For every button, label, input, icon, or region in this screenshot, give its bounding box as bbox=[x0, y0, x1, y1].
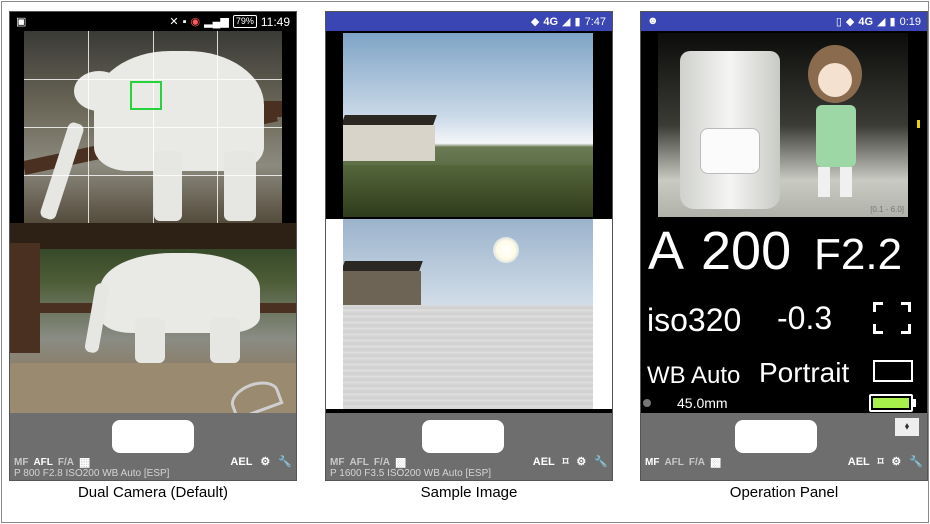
bluetooth-off-icon: ✕ bbox=[169, 16, 179, 28]
mf-toggle[interactable]: MF bbox=[330, 457, 344, 468]
status-time: 11:49 bbox=[260, 14, 290, 29]
status-bar: ☻ ▯ ◆ 4G ◢ ▮ 0:19 bbox=[641, 12, 927, 31]
live-view-upper[interactable] bbox=[24, 31, 282, 223]
phone-dual-camera: ▣ ✕ ▪ ◉ ▂▄▆ 79% 11:49 MF AFL F/A ▦ AEL ⚙… bbox=[9, 11, 297, 481]
ael-toggle[interactable]: AEL bbox=[230, 456, 252, 468]
aspect-ratio-icon[interactable] bbox=[873, 360, 913, 382]
wb-readout[interactable]: WB Auto bbox=[647, 362, 740, 390]
mf-toggle[interactable]: MF bbox=[14, 457, 28, 468]
signal-icon: ◢ bbox=[562, 16, 571, 28]
battery-icon: 79% bbox=[232, 15, 257, 28]
network-label: 4G bbox=[858, 15, 874, 28]
control-bar: MF AFL F/A ▩ AEL ⌑ ⚙ 🔧 P 1600 F3.5 ISO20… bbox=[326, 413, 612, 480]
grid-icon[interactable]: ▦ bbox=[79, 455, 90, 469]
battery-nub bbox=[913, 399, 916, 407]
side-marker bbox=[917, 120, 920, 128]
record-dot bbox=[643, 399, 651, 407]
live-view-lower[interactable] bbox=[10, 223, 296, 415]
caption-dual-camera: Dual Camera (Default) bbox=[77, 484, 229, 501]
afl-toggle[interactable]: AFL bbox=[664, 457, 683, 468]
status-time: 7:47 bbox=[584, 15, 606, 28]
wifi-icon: ◆ bbox=[530, 16, 540, 28]
afl-toggle[interactable]: AFL bbox=[349, 457, 368, 468]
status-bar: ◆ 4G ◢ ▮ 7:47 bbox=[326, 12, 612, 31]
phone-operation-panel: ☻ ▯ ◆ 4G ◢ ▮ 0:19 [0.1 - 6.0] A 200 F2.2… bbox=[640, 11, 928, 481]
shutter-button[interactable] bbox=[112, 420, 194, 453]
ael-toggle[interactable]: AEL bbox=[848, 456, 870, 468]
focus-area-icon[interactable] bbox=[873, 302, 911, 334]
fa-toggle[interactable]: F/A bbox=[689, 457, 705, 468]
caption-sample-image: Sample Image bbox=[420, 484, 518, 501]
shutter-button[interactable] bbox=[735, 420, 817, 453]
focal-length-readout: 45.0mm bbox=[677, 395, 728, 411]
status-time: 0:19 bbox=[899, 15, 921, 28]
wrench-icon[interactable]: 🔧 bbox=[278, 455, 292, 468]
sample-photo-bottom[interactable] bbox=[343, 219, 593, 409]
afl-toggle[interactable]: AFL bbox=[33, 457, 52, 468]
exposure-info: P 1600 F3.5 ISO200 WB Auto [ESP] bbox=[330, 468, 492, 479]
wrench-icon[interactable]: 🔧 bbox=[594, 455, 608, 468]
battery-icon: ▮ bbox=[574, 16, 581, 28]
wrench-icon[interactable]: 🔧 bbox=[909, 455, 923, 468]
control-bar: ⬧ MF AFL F/A ▩ AEL ⌑ ⚙ 🔧 bbox=[641, 413, 927, 480]
network-label: 4G bbox=[543, 15, 559, 28]
wifi-icon: ◆ bbox=[845, 16, 855, 28]
pin-icon[interactable]: ⬧ bbox=[895, 418, 919, 436]
settings-gear-icon[interactable]: ⚙ bbox=[576, 455, 586, 468]
battery-level-icon bbox=[869, 394, 913, 412]
vibrate-icon: ▯ bbox=[835, 16, 842, 28]
aperture-readout[interactable]: F2.2 bbox=[814, 230, 902, 280]
signal-icon: ▂▄▆ bbox=[204, 16, 229, 28]
scene-readout[interactable]: Portrait bbox=[759, 357, 849, 389]
ael-toggle[interactable]: AEL bbox=[533, 456, 555, 468]
wifi-icon: ◉ bbox=[190, 16, 201, 28]
bookmark-icon[interactable]: ⌑ bbox=[878, 455, 884, 468]
mode-readout[interactable]: A bbox=[648, 220, 684, 282]
android-icon: ☻ bbox=[647, 15, 659, 27]
shutter-button[interactable] bbox=[422, 420, 504, 453]
live-view[interactable]: [0.1 - 6.0] bbox=[658, 33, 908, 217]
photo-range-tag: [0.1 - 6.0] bbox=[870, 205, 904, 214]
sample-photo-top[interactable] bbox=[343, 33, 593, 217]
mf-toggle[interactable]: MF bbox=[645, 457, 659, 468]
exposure-comp-readout[interactable]: -0.3 bbox=[777, 300, 832, 337]
grid-off-icon[interactable]: ▩ bbox=[395, 455, 406, 469]
settings-gear-icon[interactable]: ⚙ bbox=[891, 455, 901, 468]
control-bar: MF AFL F/A ▦ AEL ⚙ 🔧 P 800 F2.8 ISO200 W… bbox=[10, 413, 296, 480]
iso-readout[interactable]: iso320 bbox=[647, 302, 741, 339]
fa-toggle[interactable]: F/A bbox=[374, 457, 390, 468]
status-bar: ▣ ✕ ▪ ◉ ▂▄▆ 79% 11:49 bbox=[10, 12, 296, 31]
caption-operation-panel: Operation Panel bbox=[729, 484, 839, 501]
shutter-readout[interactable]: 200 bbox=[701, 220, 791, 282]
exposure-info: P 800 F2.8 ISO200 WB Auto [ESP] bbox=[14, 468, 170, 479]
bookmark-icon[interactable]: ⌑ bbox=[563, 455, 569, 468]
signal-icon: ◢ bbox=[877, 16, 886, 28]
battery-icon: ▮ bbox=[889, 16, 896, 28]
af-target-box[interactable] bbox=[130, 81, 162, 110]
phone-sample-image: ◆ 4G ◢ ▮ 7:47 MF AFL F/A ▩ AEL ⌑ ⚙ 🔧 P 1… bbox=[325, 11, 613, 481]
fa-toggle[interactable]: F/A bbox=[58, 457, 74, 468]
settings-gear-icon[interactable]: ⚙ bbox=[260, 455, 270, 468]
gallery-icon: ▣ bbox=[16, 16, 27, 28]
grid-off-icon[interactable]: ▩ bbox=[710, 455, 721, 469]
sim-icon: ▪ bbox=[182, 15, 187, 28]
